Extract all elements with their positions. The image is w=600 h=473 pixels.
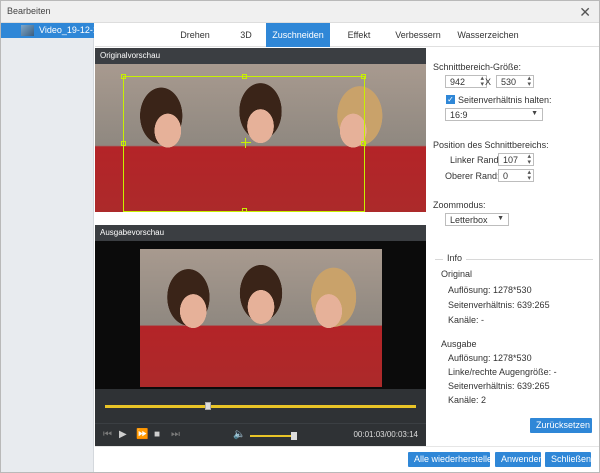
crop-width-input[interactable]: 942 ▴ ▾ [445, 75, 487, 88]
spinner-icon[interactable]: ▴ ▾ [480, 75, 484, 88]
crop-handle-top-left[interactable] [121, 74, 126, 79]
zoom-mode-select[interactable]: Letterbox ▼ [445, 213, 509, 226]
chevron-down-icon: ▼ [497, 215, 504, 222]
volume-slider[interactable] [250, 435, 295, 437]
timeline-track[interactable] [105, 405, 416, 408]
fast-forward-icon[interactable]: ⏩ [136, 429, 148, 440]
timeline [95, 389, 426, 423]
crop-position-label: Position des Schnittbereichs: [433, 140, 549, 150]
stop-icon[interactable]: ■ [154, 429, 160, 440]
crop-handle-top-right[interactable] [361, 74, 366, 79]
info-legend: Info [443, 253, 467, 263]
tab-drehen[interactable]: Drehen [167, 23, 223, 47]
footer-bar: Alle wiederherstellen Anwenden Schließen [95, 446, 599, 472]
output-eye-size: Linke/rechte Augengröße: - [448, 367, 557, 377]
spinner-icon[interactable]: ▴ ▾ [527, 153, 531, 166]
top-margin-label: Oberer Rand: [445, 171, 500, 181]
file-item[interactable]: Video_19-12-1... [1, 23, 105, 38]
original-aspect-ratio: Seitenverhältnis: 639:265 [448, 300, 550, 310]
apply-button[interactable]: Anwenden [495, 452, 544, 467]
output-heading: Ausgabe [441, 339, 477, 349]
output-resolution: Auflösung: 1278*530 [448, 353, 532, 363]
original-heading: Original [441, 269, 473, 279]
top-margin-input[interactable]: 0 ▴ ▾ [498, 169, 534, 182]
size-separator: X [485, 77, 492, 87]
title-bar: Bearbeiten ✕ [1, 1, 599, 23]
video-thumbnail [21, 25, 34, 36]
output-channels: Kanäle: 2 [448, 395, 487, 405]
close-icon[interactable]: ✕ [579, 4, 591, 21]
spinner-icon[interactable]: ▴ ▾ [527, 75, 531, 88]
tab-zuschneiden[interactable]: Zuschneiden [266, 23, 330, 47]
close-button[interactable]: Schließen [545, 452, 591, 467]
crop-handle-top[interactable] [242, 74, 247, 79]
crop-handle-bottom[interactable] [242, 208, 247, 212]
edit-window: Bearbeiten ✕ Video_19-12-1... Drehen 3D … [0, 0, 600, 473]
restore-all-button[interactable]: Alle wiederherstellen [408, 452, 497, 467]
skip-back-icon[interactable]: ⏮ [103, 429, 112, 440]
volume-icon[interactable]: 🔈 [233, 429, 245, 440]
skip-forward-icon[interactable]: ⏭ [171, 429, 180, 440]
player-controls: ⏮ ▶ ⏩ ■ ⏭ 🔈 00:01:03/00:03:14 [95, 423, 426, 446]
original-preview-label: Originalvorschau [95, 48, 426, 64]
tab-effekt[interactable]: Effekt [336, 23, 382, 47]
crop-center-crosshair-icon[interactable] [241, 138, 251, 148]
tab-3d[interactable]: 3D [229, 23, 263, 47]
crop-height-input[interactable]: 530 ▴ ▾ [496, 75, 534, 88]
crop-settings-panel: Schnittbereich-Größe: 942 ▴ ▾ X 530 ▴ ▾ ✓ … [427, 47, 599, 445]
tab-verbessern[interactable]: Verbessern [389, 23, 447, 47]
spinner-icon[interactable]: ▴ ▾ [527, 169, 531, 182]
output-video-frame [140, 249, 382, 387]
crop-handle-left[interactable] [121, 141, 126, 146]
output-aspect-ratio: Seitenverhältnis: 639:265 [448, 381, 550, 391]
volume-slider-handle[interactable] [291, 432, 297, 440]
original-preview [95, 64, 426, 212]
aspect-ratio-select[interactable]: 16:9 ▼ [445, 108, 543, 121]
file-sidebar: Video_19-12-1... [1, 23, 105, 472]
keep-ratio-checkbox[interactable]: ✓ [446, 95, 455, 104]
original-resolution: Auflösung: 1278*530 [448, 285, 532, 295]
reset-button[interactable]: Zurücksetzen [530, 418, 592, 433]
crop-size-label: Schnittbereich-Größe: [433, 62, 522, 72]
playback-time: 00:01:03/00:03:14 [353, 430, 418, 439]
zoom-mode-label: Zoommodus: [433, 200, 486, 210]
window-title: Bearbeiten [7, 6, 51, 16]
crop-handle-right[interactable] [361, 141, 366, 146]
left-margin-input[interactable]: 107 ▴ ▾ [498, 153, 534, 166]
edit-tabs: Drehen 3D Zuschneiden Effekt Verbessern … [95, 23, 599, 47]
left-margin-label: Linker Rand: [450, 155, 502, 165]
timeline-playhead[interactable] [204, 402, 211, 410]
output-preview [95, 241, 426, 389]
play-icon[interactable]: ▶ [119, 429, 127, 440]
original-channels: Kanäle: - [448, 315, 485, 325]
chevron-down-icon: ▼ [531, 110, 538, 117]
output-preview-label: Ausgabevorschau [95, 225, 426, 241]
tab-wasserzeichen[interactable]: Wasserzeichen [453, 23, 523, 47]
keep-ratio-label: Seitenverhältnis halten: [458, 95, 552, 105]
